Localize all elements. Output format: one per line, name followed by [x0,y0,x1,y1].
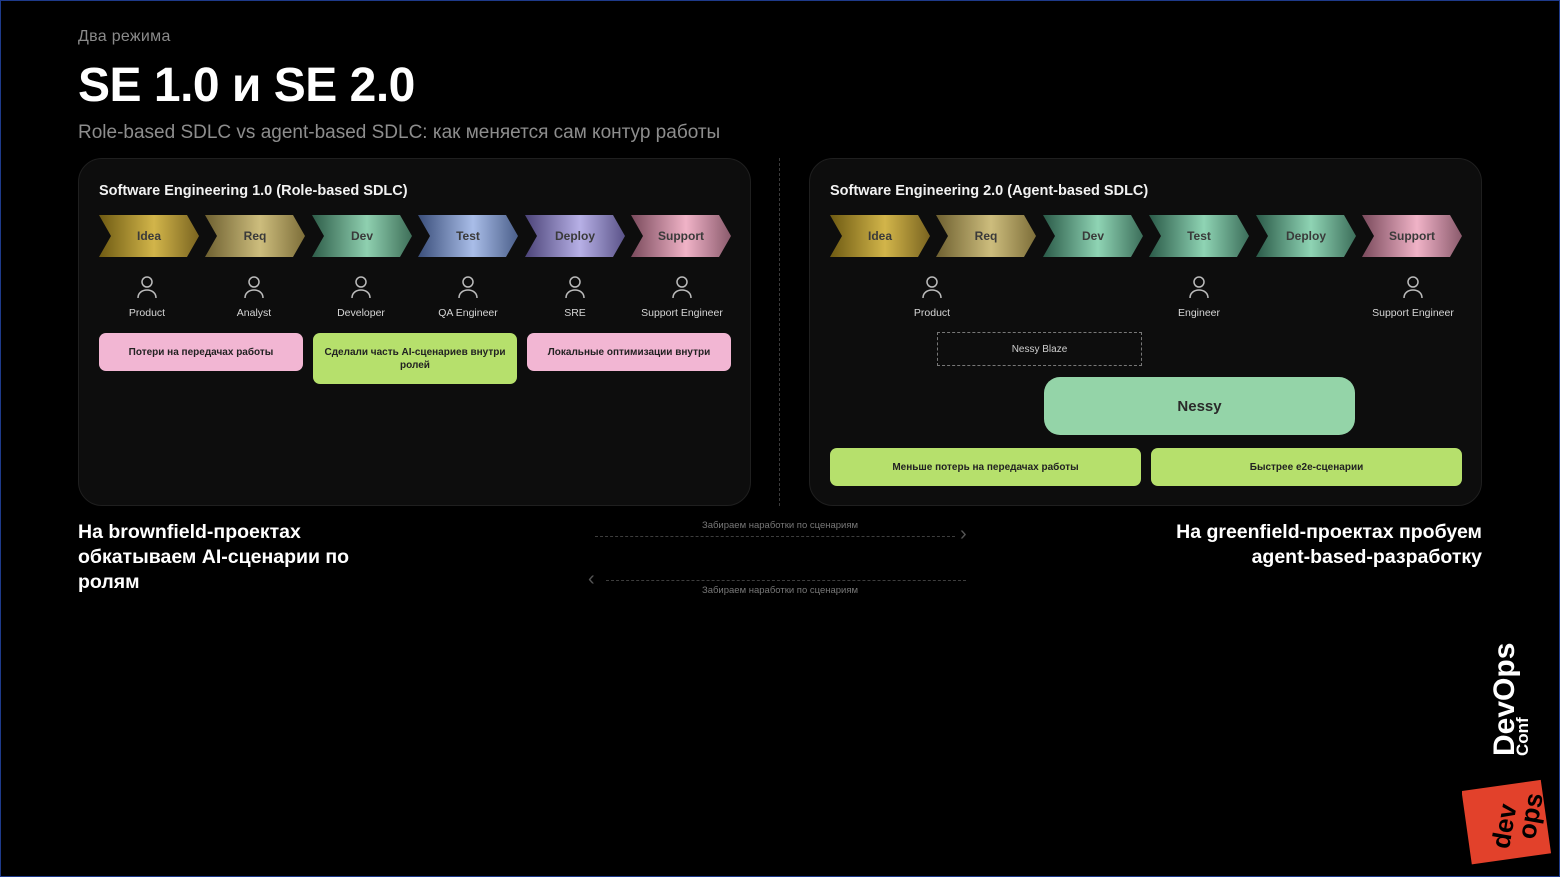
se1-panel: Software Engineering 1.0 (Role-based SDL… [78,158,751,506]
slide-title: SE 1.0 и SE 2.0 [78,59,415,112]
person-icon [244,276,264,299]
person-icon [565,276,585,299]
se1-stage-test: Test [418,215,518,257]
role-label: SRE [564,307,586,319]
se2-role-support: Support Engineer [1358,275,1468,319]
role-label: Support Engineer [1372,307,1454,319]
se1-note-handoff-losses: Потери на передачах работы [99,333,303,371]
flow-label-top: Забираем наработки по сценариям [701,520,859,531]
chevron-left-icon: ‹ [588,568,595,590]
person-icon [351,276,371,299]
se1-note-ai-scenarios: Сделали часть AI-сценариев внутри ролей [313,333,517,384]
se2-stage-test: Test [1149,215,1249,257]
se1-stage-deploy: Deploy [525,215,625,257]
se1-role-product: Product [92,275,202,319]
se2-note-fewer-losses: Меньше потерь на передачах работы [830,448,1141,486]
se1-role-support: Support Engineer [627,275,737,319]
person-icon [1189,276,1209,299]
se2-role-product: Product [877,275,987,319]
person-icon [672,276,692,299]
se2-stage-idea: Idea [830,215,930,257]
se2-stage-req: Req [936,215,1036,257]
se1-role-analyst: Analyst [199,275,309,319]
flow-line-bottom [606,580,966,581]
person-icon [1403,276,1423,299]
nessy-box: Nessy [1044,377,1355,435]
flow-line-top [595,536,955,537]
se2-role-engineer: Engineer [1144,275,1254,319]
person-icon [137,276,157,299]
chevron-right-icon: › [960,523,967,545]
se2-stage-deploy: Deploy [1256,215,1356,257]
role-label: Analyst [236,307,272,319]
role-label: Product [128,307,166,319]
panel-divider [779,158,780,506]
se1-stage-support: Support [631,215,731,257]
role-label: Engineer [1177,307,1221,319]
se1-role-qa: QA Engineer [413,275,523,319]
caption-brownfield: На brownfield-проектах обкатываем AI-сце… [78,521,350,593]
se1-stage-idea: Idea [99,215,199,257]
se2-panel: Software Engineering 2.0 (Agent-based SD… [809,158,1482,506]
se2-note-faster-e2e: Быстрее e2e-сценарии [1151,448,1462,486]
nessy-blaze-box: Nessy Blaze [937,332,1142,366]
se2-title: Software Engineering 2.0 (Agent-based SD… [830,183,1149,199]
se1-role-sre: SRE [520,275,630,319]
se1-note-local-optimizations: Локальные оптимизации внутри [527,333,731,371]
svg-text:Conf: Conf [1513,717,1528,756]
role-label: Product [913,307,951,319]
role-label: Support Engineer [641,307,723,319]
eyebrow: Два режима [78,28,171,45]
caption-greenfield: На greenfield-проектах пробуем agent-bas… [1176,521,1482,568]
flow-label-bottom: Забираем наработки по сценариям [701,585,859,596]
slide-subtitle: Role-based SDLC vs agent-based SDLC: как… [78,122,721,143]
role-label: QA Engineer [438,307,498,319]
role-label: Developer [337,307,385,319]
devops-logo-mark: dev ops [1462,779,1552,865]
person-icon [458,276,478,299]
devops-conf-logo: DevOps Conf 2026 [1488,643,1528,756]
se2-stage-support: Support [1362,215,1462,257]
se1-title: Software Engineering 1.0 (Role-based SDL… [99,183,408,199]
se1-stage-req: Req [205,215,305,257]
se2-stage-dev: Dev [1043,215,1143,257]
person-icon [922,276,942,299]
se1-stage-dev: Dev [312,215,412,257]
se1-role-developer: Developer [306,275,416,319]
